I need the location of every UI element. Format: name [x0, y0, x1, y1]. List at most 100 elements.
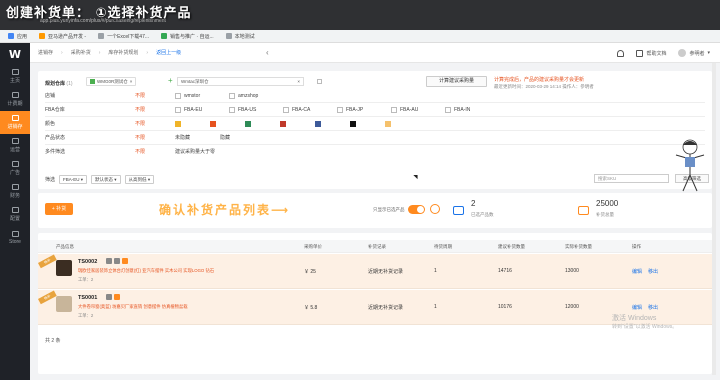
color-swatch-option[interactable] [280, 120, 315, 127]
store-option[interactable]: amzshop [229, 92, 283, 99]
toggle-knob [417, 206, 424, 213]
unlimited-option[interactable]: 不限 [135, 120, 175, 127]
warehouse-checkbox[interactable] [317, 79, 322, 84]
breadcrumb-item[interactable]: 库存补货规划 [108, 49, 138, 56]
page-icon [225, 33, 232, 39]
selected-only-toggle[interactable] [408, 205, 425, 214]
nav-operations[interactable]: 运营 [0, 134, 30, 157]
color-swatches [175, 120, 420, 127]
checkbox[interactable] [229, 106, 235, 113]
actual-qty[interactable]: 13000 [565, 268, 579, 274]
breadcrumb-item[interactable]: 采购补货 [71, 49, 91, 56]
status-option[interactable]: 未隐藏 [175, 134, 220, 141]
help-docs[interactable]: 帮助文档 [636, 49, 666, 57]
checkbox[interactable] [391, 106, 397, 113]
warehouse-select[interactable]: Wmtac深圳仓 × [177, 77, 304, 86]
sku[interactable]: TS0002 [78, 259, 97, 265]
table-row[interactable]: 待补 TS0001 大件卷帘窗(奥蓝) 坊嘉贝厂家直销 创意摆件 仿真植物盆栽 … [38, 290, 712, 325]
checkbox[interactable] [229, 92, 235, 99]
actual-qty[interactable]: 12000 [565, 304, 579, 310]
unlimited-option[interactable]: 不限 [135, 134, 175, 141]
edit-link[interactable]: 编辑 [632, 268, 642, 275]
fba-option[interactable]: FBA-CA [283, 106, 337, 113]
bookmark-4[interactable]: 本地测试 [225, 33, 255, 40]
nav-finance[interactable]: 财务 [0, 180, 30, 203]
user-menu[interactable]: 参明者 ▾ [678, 49, 710, 57]
multi-option[interactable]: 建议采购量大于零 [175, 148, 265, 155]
operations-icon [11, 138, 19, 144]
checkbox[interactable] [337, 106, 343, 113]
search-row: 筛选 FBA-EU ▾ 默认状态 ▾ 从高到低 ▾ 搜索SKU 高级筛选 [45, 174, 709, 185]
add-warehouse-icon[interactable]: + [168, 76, 173, 85]
color-swatch [175, 120, 181, 127]
link-icon[interactable] [106, 258, 112, 264]
bell-icon[interactable] [617, 49, 625, 57]
nav-inventory[interactable]: 进销存 [0, 111, 30, 134]
color-swatch-option[interactable] [315, 120, 350, 127]
fba-select[interactable]: FBA-EU ▾ [59, 175, 88, 184]
checkbox[interactable] [175, 106, 181, 113]
search-input[interactable]: 搜索SKU [594, 174, 669, 183]
replenish-button[interactable]: + 补货 [45, 203, 73, 215]
bookmark-2[interactable]: 一个Excel下载47... [98, 33, 149, 40]
nav-billing[interactable]: 计费期 [0, 88, 30, 111]
unlimited-option[interactable]: 不限 [135, 92, 175, 99]
fba-option[interactable]: FBA-US [229, 106, 283, 113]
chevron-left-icon[interactable]: ‹ [266, 48, 269, 57]
lock-icon[interactable] [122, 258, 128, 264]
tutorial-overlay-title: 创建补货单： ①选择补货产品 [6, 6, 192, 21]
fba-option[interactable]: FBA-JP [337, 106, 391, 113]
breadcrumb-separator: › [61, 49, 63, 56]
breadcrumb-item[interactable]: 进销存 [38, 49, 53, 56]
checkbox[interactable] [283, 106, 289, 113]
color-swatch-option[interactable] [210, 120, 245, 127]
filter-row-multi: 多件筛选 不限 建议采购量大于零 [45, 145, 705, 158]
toggle-label: 只显示已选产品 [373, 207, 405, 212]
sort-select[interactable]: 从高到低 ▾ [124, 175, 155, 184]
checkbox[interactable] [445, 106, 451, 113]
nav-settings[interactable]: 配置 [0, 203, 30, 226]
fba-option[interactable]: FBA-EU [175, 106, 229, 113]
remove-link[interactable]: 移出 [648, 268, 658, 275]
lock-icon[interactable] [114, 294, 120, 300]
fba-option[interactable]: FBA-IN [445, 106, 499, 113]
nav-home[interactable]: 主页 [0, 65, 30, 88]
color-swatch-option[interactable] [350, 120, 385, 127]
sku[interactable]: TS0001 [78, 295, 97, 301]
color-swatch-option[interactable] [245, 120, 280, 127]
windows-watermark: 激活 Windows [612, 315, 657, 322]
checkbox[interactable] [175, 92, 181, 99]
nav-store[interactable]: Store [0, 226, 30, 249]
nav-ads[interactable]: 广告 [0, 157, 30, 180]
home-icon [11, 69, 19, 75]
unlimited-option[interactable]: 不限 [135, 148, 175, 155]
suggested-qty: 14716 [498, 268, 512, 274]
bookmark-3[interactable]: 销售与推广 · 自运... [161, 33, 214, 40]
calculate-button[interactable]: 计算建议采购量 [426, 76, 487, 87]
edit-link[interactable]: 编辑 [632, 304, 642, 311]
store-icon [11, 230, 19, 237]
close-icon[interactable]: × [297, 79, 300, 84]
color-swatch [245, 120, 251, 127]
bookmark-1[interactable]: 亚马逊产品开发 - [39, 33, 86, 40]
page-icon [98, 33, 105, 39]
tutorial-annotation: 确认补货产品列表⟶ [159, 203, 291, 217]
close-icon[interactable]: × [130, 79, 133, 84]
status-option[interactable]: 隐藏 [220, 134, 265, 141]
store-option[interactable]: wmstor [175, 92, 229, 99]
link-icon[interactable] [106, 294, 112, 300]
unlimited-option[interactable]: 不限 [135, 106, 175, 113]
fba-option[interactable]: FBA-AU [391, 106, 445, 113]
scrollbar[interactable] [712, 63, 716, 375]
color-swatch-option[interactable] [175, 120, 210, 127]
color-swatch-option[interactable] [385, 120, 420, 127]
bookmark-apps[interactable]: 应用 [8, 33, 27, 40]
remove-link[interactable]: 移出 [648, 304, 658, 311]
table-row[interactable]: 待补 TS0002 瑞欧佳家居装饰立体台灯创意(红) 亚汽车摆件 实木公司 实现… [38, 254, 712, 289]
highlight-ring-icon [430, 204, 440, 214]
status-select[interactable]: 默认状态 ▾ [91, 175, 121, 184]
back-link[interactable]: 返回上一级 [156, 49, 181, 56]
warehouse-tag[interactable]: WMG0R测试仓 × [86, 77, 137, 86]
image-icon[interactable] [114, 258, 120, 264]
cycle: 1 [434, 268, 437, 274]
